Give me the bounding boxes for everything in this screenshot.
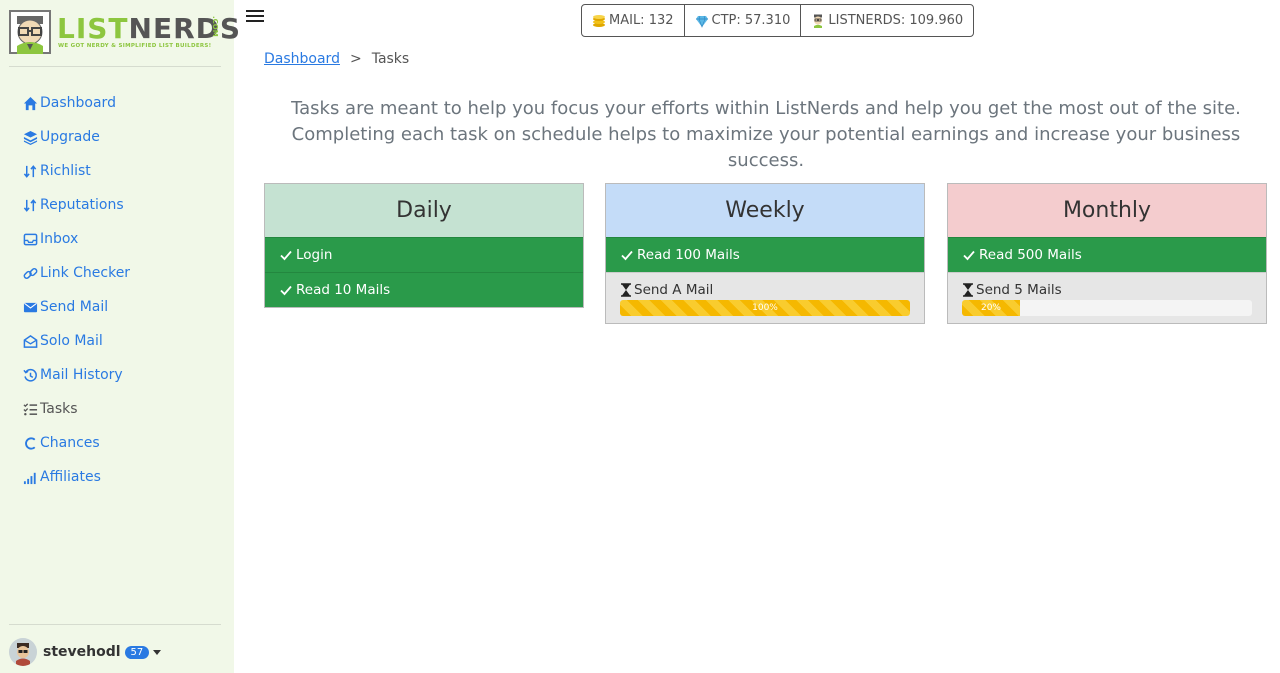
sidebar-item-affiliates[interactable]: Affiliates (22, 460, 130, 494)
monthly-tasks-card: Monthly Read 500 Mails Send 5 Mails 20% (947, 183, 1267, 324)
sidebar-item-reputations[interactable]: Reputations (22, 188, 130, 222)
mail-stat-label: MAIL: 132 (609, 13, 674, 28)
card-header: Daily (265, 184, 583, 237)
check-icon (279, 248, 293, 262)
stats-bar: MAIL: 132 CTP: 57.310 LISTNERDS: 109.960 (581, 4, 975, 37)
username: stevehodl (43, 644, 121, 660)
gem-icon (695, 14, 709, 28)
task-row-completed: Read 100 Mails (606, 237, 924, 272)
sidebar-divider (9, 624, 221, 625)
page-intro: Tasks are meant to help you focus your e… (291, 98, 1241, 171)
nerd-face-icon (811, 14, 825, 28)
sidebar-item-send-mail[interactable]: Send Mail (22, 290, 130, 324)
sidebar-item-label: Richlist (40, 163, 91, 179)
sidebar-item-tasks[interactable]: Tasks (22, 392, 130, 426)
task-label: Send A Mail (634, 282, 714, 298)
logo[interactable]: LISTNERDS WE GOT NERDY & SIMPLIFIED LIST… (9, 10, 240, 54)
menu-toggle-button[interactable] (246, 7, 264, 25)
sidebar-divider (9, 66, 221, 67)
sidebar-item-richlist[interactable]: Richlist (22, 154, 130, 188)
listnerds-stat-label: LISTNERDS: 109.960 (828, 13, 964, 28)
sidebar-item-label: Mail History (40, 367, 123, 383)
sidebar-item-label: Inbox (40, 231, 79, 247)
card-title: Daily (396, 198, 452, 223)
signal-icon (22, 469, 38, 485)
listnerds-stat-button[interactable]: LISTNERDS: 109.960 (800, 5, 973, 36)
sidebar-item-label: Dashboard (40, 95, 116, 111)
task-progress: 20% (962, 300, 1252, 316)
daily-tasks-card: Daily Login Read 10 Mails (264, 183, 584, 308)
task-label: Login (296, 247, 333, 263)
history-icon (22, 367, 38, 383)
sidebar-item-label: Send Mail (40, 299, 109, 315)
coins-icon (592, 14, 606, 28)
inbox-icon (22, 231, 38, 247)
caret-down-icon (153, 649, 162, 655)
level-badge: 57 (124, 645, 150, 659)
logo-tagline: WE GOT NERDY & SIMPLIFIED LIST BUILDERS! (58, 43, 212, 49)
sort-icon (22, 163, 38, 179)
breadcrumb-separator: > (349, 51, 362, 67)
sort-icon (22, 197, 38, 213)
sidebar-item-label: Affiliates (40, 469, 101, 485)
card-header: Weekly (606, 184, 924, 237)
logo-domain: .COM (211, 16, 219, 37)
task-progress: 100% (620, 300, 910, 316)
mail-stat-button[interactable]: MAIL: 132 (582, 5, 684, 36)
check-icon (279, 283, 293, 297)
card-title: Monthly (1062, 198, 1152, 223)
progress-bar: 20% (962, 300, 1020, 316)
task-label: Send 5 Mails (976, 282, 1062, 298)
check-icon (620, 248, 634, 262)
layers-icon (22, 129, 38, 145)
envelope-icon (22, 299, 38, 315)
card-header: Monthly (948, 184, 1266, 237)
sidebar-item-label: Tasks (40, 401, 78, 417)
c-icon (22, 435, 38, 451)
sidebar-item-link-checker[interactable]: Link Checker (22, 256, 130, 290)
breadcrumb-current: Tasks (371, 51, 410, 67)
list-check-icon (22, 401, 38, 417)
sidebar: LISTNERDS WE GOT NERDY & SIMPLIFIED LIST… (0, 0, 240, 673)
sidebar-item-chances[interactable]: Chances (22, 426, 130, 460)
task-label: Read 500 Mails (979, 247, 1082, 263)
user-menu[interactable]: stevehodl 57 (9, 637, 162, 667)
task-row-completed: Login (265, 237, 583, 272)
sidebar-item-mail-history[interactable]: Mail History (22, 358, 130, 392)
sidebar-item-label: Link Checker (40, 265, 131, 281)
sidebar-item-dashboard[interactable]: Dashboard (22, 86, 130, 120)
task-label: Read 100 Mails (637, 247, 740, 263)
weekly-tasks-card: Weekly Read 100 Mails Send A Mail 100% (605, 183, 925, 324)
sidebar-item-label: Reputations (40, 197, 124, 213)
logo-text-list: LIST (57, 12, 129, 45)
card-title: Weekly (725, 198, 805, 223)
nerd-mascot-icon (9, 10, 51, 54)
home-icon (22, 95, 38, 111)
sidebar-item-label: Chances (40, 435, 100, 451)
sidebar-item-label: Upgrade (40, 129, 100, 145)
sidebar-nav: Dashboard Upgrade Richlist Reputations I… (22, 86, 130, 494)
sidebar-item-inbox[interactable]: Inbox (22, 222, 130, 256)
ctp-stat-label: CTP: 57.310 (711, 13, 791, 28)
sidebar-item-upgrade[interactable]: Upgrade (22, 120, 130, 154)
link-icon (22, 265, 38, 281)
avatar (9, 638, 37, 666)
hamburger-icon (246, 10, 264, 12)
envelope-open-icon (22, 333, 38, 349)
task-row-completed: Read 500 Mails (948, 237, 1266, 272)
sidebar-item-label: Solo Mail (40, 333, 103, 349)
task-row-completed: Read 10 Mails (265, 272, 583, 307)
breadcrumb-dashboard-link[interactable]: Dashboard (264, 51, 340, 67)
hourglass-icon (962, 283, 974, 297)
logo-text-nerds: NERDS (128, 12, 242, 45)
hourglass-icon (620, 283, 632, 297)
progress-bar: 100% (620, 300, 910, 316)
sidebar-item-solo-mail[interactable]: Solo Mail (22, 324, 130, 358)
task-row-pending: Send 5 Mails 20% (948, 272, 1266, 323)
task-row-pending: Send A Mail 100% (606, 272, 924, 323)
breadcrumb: Dashboard > Tasks (264, 51, 409, 67)
check-icon (962, 248, 976, 262)
ctp-stat-button[interactable]: CTP: 57.310 (683, 5, 801, 36)
task-label: Read 10 Mails (296, 282, 391, 298)
